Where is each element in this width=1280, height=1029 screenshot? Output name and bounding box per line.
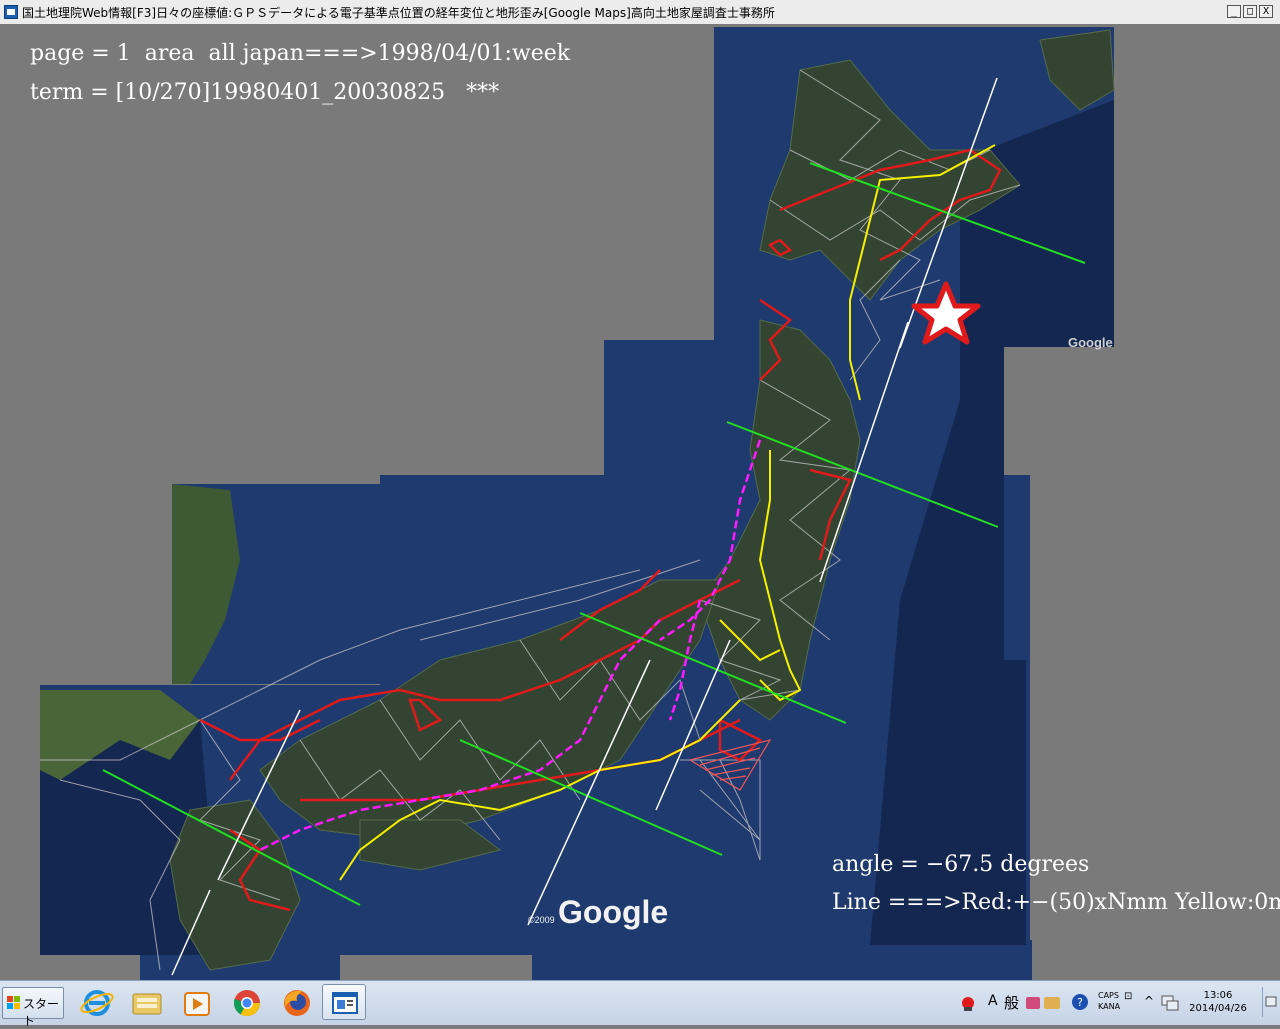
ime-tools-icon[interactable] (1026, 993, 1066, 1013)
clock[interactable]: 13:06 2014/04/26 (1186, 989, 1250, 1015)
windows-flag-icon (7, 996, 21, 1010)
app-window-icon (332, 992, 358, 1014)
firefox-icon (284, 990, 310, 1016)
close-button[interactable]: X (1259, 5, 1273, 18)
window-title: 国土地理院Web情報[F3]日々の座標値:ＧＰＳデータによる電子基準点位置の経年… (22, 6, 775, 20)
window-titlebar[interactable]: 国土地理院Web情報[F3]日々の座標値:ＧＰＳデータによる電子基準点位置の経年… (0, 0, 1280, 25)
system-tray: A 般 ? CAPS KANA ⊡ ^ 13:06 2014/04/26 (950, 981, 1280, 1025)
ime-options-icon[interactable]: ⊡ (1124, 991, 1132, 1002)
maximize-button[interactable]: □ (1243, 5, 1257, 18)
legend-line-label: Line ===>Red:+−(50)xNmm Yellow:0mm (832, 890, 1280, 915)
internet-explorer-icon (80, 990, 114, 1016)
start-button[interactable]: スタート (2, 987, 64, 1028)
minimize-button[interactable]: _ (1227, 5, 1241, 18)
ime-pad-icon[interactable] (958, 993, 978, 1013)
show-hidden-icons-chevron-icon[interactable]: ^ (1144, 994, 1154, 1008)
taskbar-file-explorer[interactable] (124, 984, 168, 1020)
ime-mode[interactable]: A (988, 993, 998, 1009)
page-area-info: page = 1 area all japan===>1998/04/01:we… (30, 41, 571, 66)
copyright-label: ©2009 (528, 915, 555, 925)
map-viewport[interactable]: page = 1 area all japan===>1998/04/01:we… (0, 24, 1280, 980)
svg-text:?: ? (1077, 996, 1083, 1009)
folder-icon (132, 993, 162, 1015)
show-desktop-button[interactable] (1262, 987, 1279, 1017)
google-logo: Google (558, 894, 669, 930)
taskbar-media-player[interactable] (174, 984, 218, 1020)
network-icon[interactable] (1160, 993, 1180, 1013)
taskbar-firefox[interactable] (274, 984, 318, 1020)
show-desktop-icon (1265, 996, 1277, 1007)
clock-time: 13:06 (1203, 990, 1233, 1001)
help-icon[interactable]: ? (1070, 992, 1090, 1012)
map-canvas (40, 27, 1115, 980)
taskbar: スタート A 般 ? CAPS KANA ⊡ ^ 13:06 2014/04/2… (0, 980, 1280, 1028)
taskbar-app-window[interactable] (322, 984, 366, 1020)
media-player-icon (184, 992, 210, 1016)
term-info: term = [10/270]19980401_20030825 *** (30, 80, 500, 105)
angle-label: angle = −67.5 degrees (832, 852, 1090, 877)
taskbar-internet-explorer[interactable] (74, 984, 118, 1020)
taskbar-chrome[interactable] (224, 984, 268, 1020)
ime-kanji-mode[interactable]: 般 (1004, 992, 1019, 1013)
chrome-icon (233, 990, 261, 1017)
kana-indicator: KANA (1098, 1002, 1121, 1011)
clock-date: 2014/04/26 (1189, 1003, 1247, 1014)
google-logo-small: Google (1068, 335, 1113, 350)
app-icon[interactable] (4, 5, 18, 19)
caps-indicator: CAPS (1098, 991, 1119, 1000)
